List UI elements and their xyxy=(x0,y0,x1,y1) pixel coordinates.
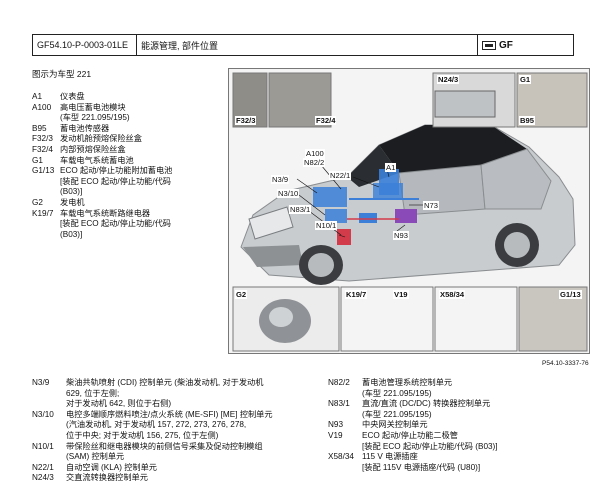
label-g1: G1 xyxy=(519,75,532,84)
gf-icon xyxy=(482,40,496,50)
figure-caption: 图示为车型 221 xyxy=(32,69,92,79)
list-desc: 交直流转换器控制单元 xyxy=(66,473,148,483)
car-illustration xyxy=(232,72,588,352)
list-code: N24/3 xyxy=(32,473,54,483)
label-n83-1: N83/1 xyxy=(289,205,312,214)
label-f32-3: F32/3 xyxy=(235,116,257,125)
list-desc: 自动空调 (KLA) 控制单元 xyxy=(66,462,157,472)
legend-code: F32/4 xyxy=(32,144,53,154)
legend-item: F32/4 内部预熔保险丝盒 xyxy=(32,145,222,156)
legend-code: A100 xyxy=(32,102,52,112)
legend-desc: 发电机 xyxy=(60,197,85,207)
label-a1: A1 xyxy=(385,163,397,172)
legend-item: A1 仪表盘 xyxy=(32,92,222,103)
figure-reference: P54.10-3337-76 xyxy=(542,360,589,367)
legend-code: B95 xyxy=(32,123,47,133)
label-n73: N73 xyxy=(423,201,439,210)
list-code: N93 xyxy=(328,420,344,430)
list-desc: 中央网关控制单元 xyxy=(362,420,428,430)
legend-desc: 仪表盘 xyxy=(60,92,85,101)
component-list-left: N3/9 柴油共轨喷射 (CDI) 控制单元 (柴油发动机, 对于发动机 629,… xyxy=(32,378,322,484)
document-header: GF54.10-P-0003-01LE 能源管理, 部件位置 GF xyxy=(32,34,574,56)
list-item: N3/10 电控多端顺序燃料喷注/点火系统 (ME-SFI) [ME] 控制单元 … xyxy=(32,410,322,442)
label-b95: B95 xyxy=(519,116,535,125)
list-item: N22/1 自动空调 (KLA) 控制单元 xyxy=(32,463,322,474)
legend-item: G1/13 ECO 起动/停止功能附加蓄电池 [装配 ECO 起动/停止功能/代码… xyxy=(32,166,222,198)
list-code: N22/1 xyxy=(32,462,54,472)
legend-item: G1 车载电气系统蓄电池 xyxy=(32,156,222,167)
label-f32-4: F32/4 xyxy=(315,116,337,125)
list-code: X58/34 xyxy=(328,452,354,462)
legend-item: K19/7 车载电气系统断路继电器 [装配 ECO 起动/停止功能/代码 (B03… xyxy=(32,209,222,241)
label-a100: A100 xyxy=(305,149,325,158)
label-n93: N93 xyxy=(393,231,409,240)
legend-item: F32/3 发动机舱预熔保险丝盒 xyxy=(32,134,222,145)
legend-code: G1/13 xyxy=(32,166,55,176)
legend-desc: 车载电气系统断路继电器 [装配 ECO 起动/停止功能/代码 (B03)] xyxy=(60,208,171,239)
label-n22-1: N22/1 xyxy=(329,171,352,180)
component-location-diagram: F32/3 F32/4 N24/3 G1 B95 A100 N82/2 A1 N… xyxy=(228,68,590,354)
document-tag: GF xyxy=(478,35,573,55)
list-item: N93 中央网关控制单元 xyxy=(328,420,588,431)
list-item: N83/1 直流/直流 (DC/DC) 转换器控制单元 (车型 221.095/1… xyxy=(328,399,588,420)
list-code: N83/1 xyxy=(328,399,350,409)
list-code: N3/10 xyxy=(32,409,54,419)
component-list-right: N82/2 蓄电池管理系统控制单元 (车型 221.095/195) N83/1 直… xyxy=(328,378,588,473)
list-desc: 115 V 电源插座 [装配 115V 电源插座/代码 (U80)] xyxy=(362,452,481,472)
legend-item: G2 发电机 xyxy=(32,198,222,209)
legend-desc: 蓄电池传感器 xyxy=(60,123,110,133)
legend-code: A1 xyxy=(32,92,43,101)
label-x58-34: X58/34 xyxy=(439,290,466,299)
list-item: X58/34 115 V 电源插座 [装配 115V 电源插座/代码 (U80)] xyxy=(328,452,588,473)
legend-code: G2 xyxy=(32,197,43,207)
list-item: N10/1 带保险丝和继电器模块的前侧信号采集及促动控制模组 (SAM) 控制单元 xyxy=(32,442,322,463)
legend-item: A100 高电压蓄电池模块 (车型 221.095/195) xyxy=(32,103,222,124)
list-code: N82/2 xyxy=(328,378,350,387)
list-item: N3/9 柴油共轨喷射 (CDI) 控制单元 (柴油发动机, 对于发动机 629,… xyxy=(32,378,322,410)
list-desc: 直流/直流 (DC/DC) 转换器控制单元 (车型 221.095/195) xyxy=(362,399,491,419)
list-desc: 带保险丝和继电器模块的前侧信号采集及促动控制模组 (SAM) 控制单元 xyxy=(66,441,263,462)
label-k19-7: K19/7 xyxy=(345,290,368,299)
list-item: N82/2 蓄电池管理系统控制单元 (车型 221.095/195) xyxy=(328,378,588,399)
list-code: N10/1 xyxy=(32,441,54,451)
list-item: V19 ECO 起动/停止功能二极管 [装配 ECO 起动/停止功能/代码 (B0… xyxy=(328,431,588,452)
document-id: GF54.10-P-0003-01LE xyxy=(33,35,137,55)
label-n3-9: N3/9 xyxy=(271,175,290,184)
list-desc: ECO 起动/停止功能二极管 [装配 ECO 起动/停止功能/代码 (B03)] xyxy=(362,430,498,451)
label-v19: V19 xyxy=(393,290,409,299)
legend-desc: 内部预熔保险丝盒 xyxy=(60,144,126,154)
legend-desc: 发动机舱预熔保险丝盒 xyxy=(60,134,142,144)
list-item: N24/3 交直流转换器控制单元 xyxy=(32,473,322,484)
legend-code: F32/3 xyxy=(32,134,53,144)
list-code: N3/9 xyxy=(32,378,50,387)
label-n3-10: N3/10 xyxy=(277,189,300,198)
list-desc: 电控多端顺序燃料喷注/点火系统 (ME-SFI) [ME] 控制单元 (汽油发动… xyxy=(66,409,273,440)
legend-desc: ECO 起动/停止功能附加蓄电池 [装配 ECO 起动/停止功能/代码 (B03… xyxy=(60,166,173,197)
legend-desc: 高电压蓄电池模块 (车型 221.095/195) xyxy=(60,102,130,123)
list-desc: 蓄电池管理系统控制单元 (车型 221.095/195) xyxy=(362,378,453,398)
label-n82-2: N82/2 xyxy=(303,158,326,167)
legend-code: G1 xyxy=(32,155,43,165)
list-code: V19 xyxy=(328,430,343,440)
label-g2: G2 xyxy=(235,290,248,299)
label-g1-13: G1/13 xyxy=(559,290,582,299)
label-n24-3: N24/3 xyxy=(437,75,460,84)
list-desc: 柴油共轨喷射 (CDI) 控制单元 (柴油发动机, 对于发动机 629, 位于左… xyxy=(66,378,264,409)
component-legend: A1 仪表盘 A100 高电压蓄电池模块 (车型 221.095/195) B95 蓄… xyxy=(32,92,222,240)
label-n10-1: N10/1 xyxy=(315,221,338,230)
legend-item: B95 蓄电池传感器 xyxy=(32,124,222,135)
document-title: 能源管理, 部件位置 xyxy=(137,35,478,55)
legend-desc: 车载电气系统蓄电池 xyxy=(60,155,134,165)
legend-code: K19/7 xyxy=(32,208,54,218)
document-tag-text: GF xyxy=(499,39,513,51)
